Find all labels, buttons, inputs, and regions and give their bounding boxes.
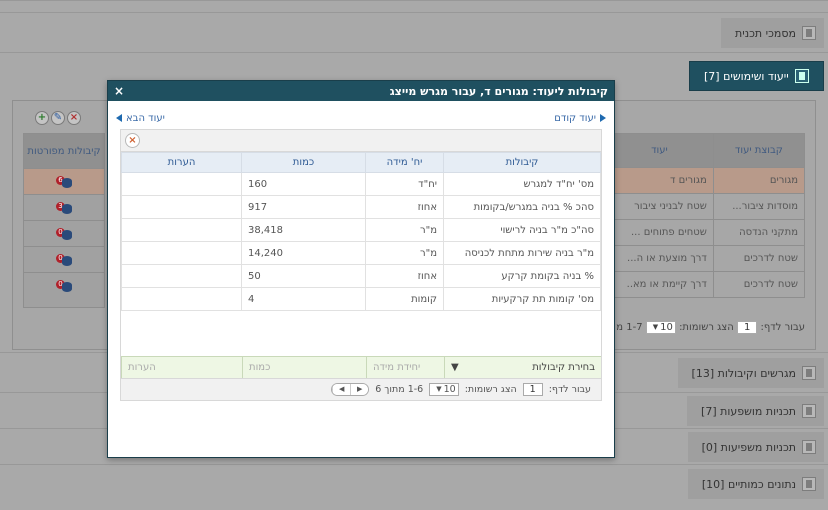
- table-row[interactable]: שטח לדרכים דרך קיימת או מא..: [605, 271, 806, 298]
- table-row[interactable]: מ"ר בניה שירות מתחת לכניסה מ"ר 14,240: [121, 241, 601, 265]
- table-row[interactable]: מוסדות ציבור... שטח לבניני ציבור: [605, 193, 806, 220]
- column-header-group[interactable]: קבוצת יעוד: [712, 133, 806, 168]
- uses-toolbar: + ✎ ×: [35, 111, 81, 125]
- database-icon: 0: [56, 279, 72, 292]
- data-icon: [802, 477, 816, 491]
- accordion-header-uses[interactable]: ייעוד ושימושים [7]: [689, 61, 824, 91]
- column-header-use[interactable]: יעוד: [605, 133, 714, 168]
- accordion-top-strip: [0, 0, 828, 12]
- database-icon: 3: [56, 201, 72, 214]
- uses-table: קבוצת יעוד יעוד מגורים מגורים ד מוסדות צי…: [605, 133, 806, 298]
- column-header-amount[interactable]: כמות: [241, 152, 366, 173]
- table-row[interactable]: % בניה בקומת קרקע אחוז 50: [121, 264, 601, 288]
- capacity-cell[interactable]: 6: [24, 168, 104, 194]
- accordion-header-affected-plans[interactable]: תכניות מושפעות [7]: [687, 396, 824, 426]
- chevron-down-icon: ▼: [451, 362, 459, 373]
- table-row[interactable]: מס' יח"ד למגרש יח"ד 160: [121, 172, 601, 196]
- capacities-column: קיבולות מפורטות 6 3 0 0 0: [23, 133, 105, 308]
- arrow-left-icon: [116, 114, 122, 122]
- use-navigation: יעוד קודם יעוד הבא: [108, 107, 614, 129]
- table-icon: [794, 69, 809, 83]
- database-icon: 0: [56, 227, 72, 240]
- capacity-cell[interactable]: 0: [24, 246, 104, 272]
- capacities-header: קיבולות מפורטות: [24, 134, 104, 168]
- accordion-header-lots[interactable]: מגרשים וקיבולות [13]: [677, 358, 824, 388]
- next-page-icon[interactable]: ▶: [350, 384, 369, 395]
- table-row[interactable]: מגורים מגורים ד: [605, 167, 806, 194]
- link-icon: [802, 404, 816, 418]
- column-header-capacity[interactable]: קיבולות: [443, 152, 601, 173]
- prev-use-link[interactable]: יעוד קודם: [554, 113, 606, 124]
- capacity-select[interactable]: בחירת קיבולות ▼: [444, 357, 601, 378]
- capacities-dialog: קיבולות ליעוד: מגורים ד, עבור מגרש מייצג…: [107, 80, 615, 458]
- delete-icon[interactable]: ×: [67, 111, 81, 125]
- page-nav: ▶ ◀: [331, 383, 370, 396]
- link-icon: [802, 440, 816, 454]
- chevron-down-icon: ▼: [436, 385, 442, 393]
- page-size-select[interactable]: 10 ▼: [429, 383, 459, 396]
- prev-page-icon[interactable]: ◀: [332, 384, 351, 395]
- accordion-quant-data: נתונים כמותיים [10]: [0, 464, 828, 510]
- notes-field[interactable]: הערות: [121, 357, 242, 378]
- page-input[interactable]: 1: [522, 383, 543, 396]
- table-row[interactable]: מס' קומות תת קרקעיות קומות 4: [121, 287, 601, 311]
- capacity-cell[interactable]: 0: [24, 220, 104, 246]
- add-icon[interactable]: +: [35, 111, 49, 125]
- accordion-header-affecting-plans[interactable]: תכניות משפיעות [0]: [687, 432, 824, 462]
- dialog-titlebar: קיבולות ליעוד: מגורים ד, עבור מגרש מייצג…: [108, 81, 614, 101]
- clear-filter-icon[interactable]: ×: [125, 133, 140, 148]
- capacities-grid: קיבולות יח' מידה כמות הערות מס' יח"ד למג…: [120, 151, 602, 401]
- uses-pager: עבור לדף: 1 הצג רשומות: 10 ▼ 1-7 מ: [616, 321, 805, 334]
- add-row-form: בחירת קיבולות ▼ יחידת מידה כמות הערות: [121, 356, 601, 378]
- capacities-table: קיבולות יח' מידה כמות הערות מס' יח"ד למג…: [121, 152, 601, 311]
- capacity-cell[interactable]: 0: [24, 272, 104, 298]
- grid-toolbar: ×: [120, 129, 602, 151]
- close-icon[interactable]: ×: [114, 84, 124, 98]
- table-row[interactable]: סה"כ מ"ר בניה לרישוי מ"ר 38,418: [121, 218, 601, 242]
- accordion-header-plan-docs[interactable]: מסמכי תכנית: [721, 18, 824, 48]
- capacity-cell[interactable]: 3: [24, 194, 104, 220]
- capacities-pager: עבור לדף: 1 הצג רשומות: 10 ▼ 1-6 מתוך 6 ▶…: [121, 378, 601, 400]
- table-icon: [802, 366, 816, 380]
- table-row[interactable]: שטח לדרכים דרך מוצעת או ה...: [605, 245, 806, 272]
- next-use-link[interactable]: יעוד הבא: [116, 113, 165, 124]
- edit-icon[interactable]: ✎: [51, 111, 65, 125]
- document-icon: [802, 26, 816, 40]
- amount-field[interactable]: כמות: [242, 357, 366, 378]
- table-row[interactable]: סהכ % בניה במגרש/בקומות אחוז 917: [121, 195, 601, 219]
- dialog-title: קיבולות ליעוד: מגורים ד, עבור מגרש מייצג: [389, 84, 608, 98]
- unit-field[interactable]: יחידת מידה: [366, 357, 444, 378]
- accordion-plan-docs: מסמכי תכנית: [0, 12, 828, 52]
- database-icon: 6: [56, 175, 72, 188]
- arrow-right-icon: [600, 114, 606, 122]
- database-icon: 0: [56, 253, 72, 266]
- column-header-unit[interactable]: יח' מידה: [365, 152, 444, 173]
- accordion-header-quant-data[interactable]: נתונים כמותיים [10]: [687, 469, 824, 499]
- table-row[interactable]: מתקני הנדסה שטחים פתוחים ...: [605, 219, 806, 246]
- column-header-notes[interactable]: הערות: [121, 152, 242, 173]
